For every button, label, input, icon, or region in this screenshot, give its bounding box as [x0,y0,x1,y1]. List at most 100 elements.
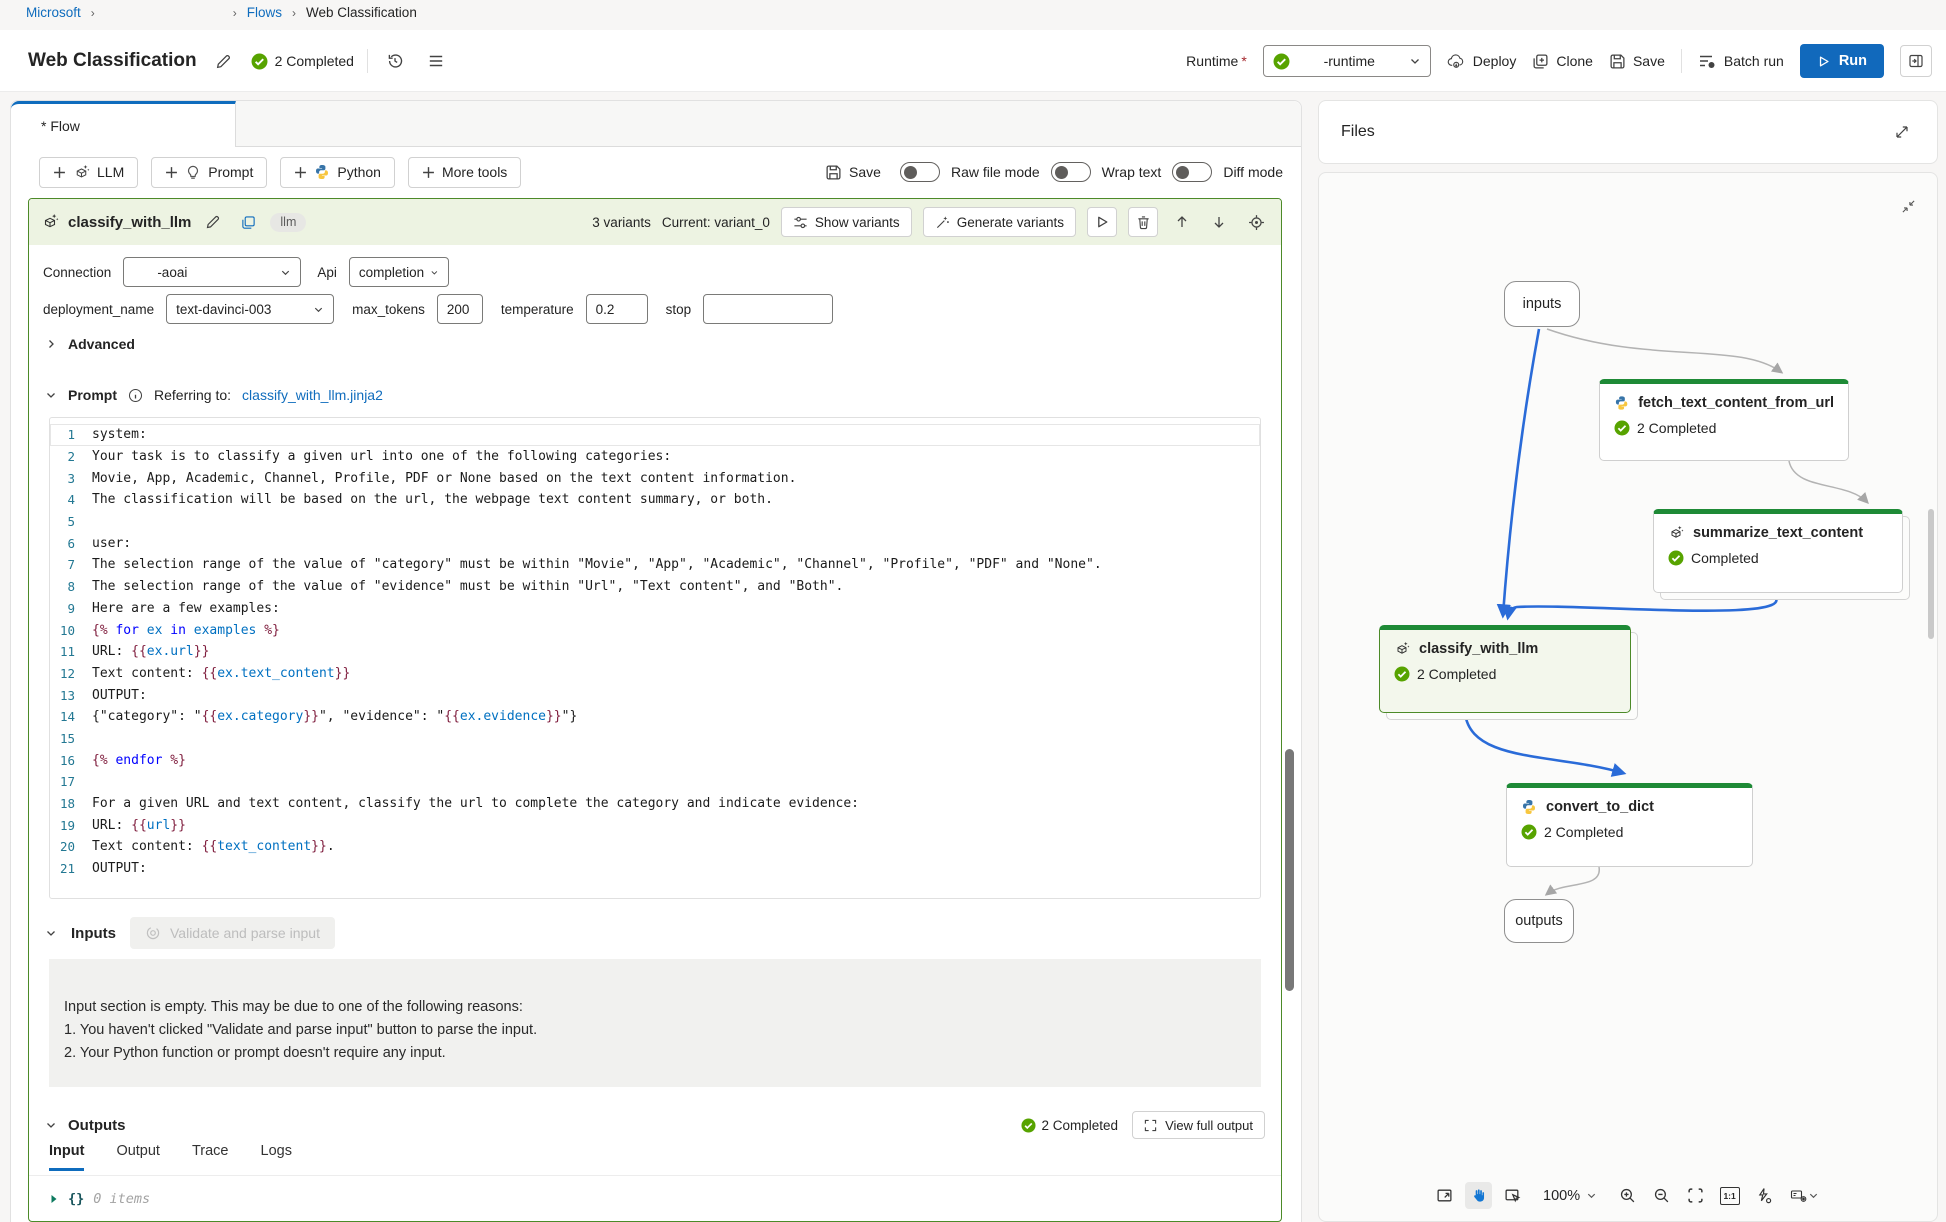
code-line-18[interactable]: 18 For a given URL and text content, clas… [50,793,1260,815]
expand-files-icon[interactable] [1889,119,1915,145]
graph-node-convert-to-dict[interactable]: convert_to_dict 2 Completed [1506,783,1753,867]
code-line-8[interactable]: 8 The selection range of the value of "ev… [50,576,1260,598]
node-display-settings-icon[interactable] [1784,1182,1824,1209]
diff-mode-toggle[interactable] [1172,162,1213,182]
chevron-down-icon[interactable] [45,1119,57,1131]
vertical-scrollbar-thumb[interactable] [1285,749,1294,991]
move-down-icon[interactable] [1206,209,1232,235]
zoom-level-dropdown[interactable]: 100% [1543,1188,1597,1204]
graph-node-inputs[interactable]: inputs [1504,281,1580,327]
breadcrumb-microsoft[interactable]: Microsoft [26,5,81,20]
prompt-code-editor[interactable]: 1 system: 2 Your task is to classify a give… [49,417,1261,899]
code-line-10[interactable]: 10 {% for ex in examples %} [50,619,1260,641]
clone-button[interactable]: Clone [1532,53,1593,70]
deploy-button[interactable]: Deploy [1447,53,1516,69]
files-title: Files [1341,123,1375,140]
graph-node-fetch-text-content-from-url[interactable]: fetch_text_content_from_url 2 Completed [1599,379,1849,461]
actual-size-icon[interactable]: 1:1 [1716,1182,1743,1209]
select-mode-icon[interactable] [1499,1182,1526,1209]
locate-node-icon[interactable] [1243,209,1269,235]
connection-dropdown[interactable]: -aoai [123,257,302,287]
code-line-16[interactable]: 16 {% endfor %} [50,749,1260,771]
generate-variants-button[interactable]: Generate variants [922,207,1076,237]
code-line-9[interactable]: 9 Here are a few examples: [50,598,1260,620]
advanced-section-header[interactable]: Advanced [45,336,135,352]
copy-icon[interactable] [235,209,261,235]
graph-scrollbar-thumb[interactable] [1928,509,1934,639]
fullscreen-icon[interactable] [1431,1182,1458,1209]
graph-node-classify-with-llm[interactable]: classify_with_llm 2 Completed [1379,625,1631,713]
tab-flow[interactable]: * Flow [11,101,236,147]
fit-view-icon[interactable] [1682,1182,1709,1209]
code-line-2[interactable]: 2 Your task is to classify a given url in… [50,446,1260,468]
code-line-1[interactable]: 1 system: [50,424,1260,446]
zoom-level: 100% [1543,1187,1581,1204]
code-line-20[interactable]: 20 Text content: {{text_content}}. [50,836,1260,858]
save-button[interactable]: Save [1609,53,1665,70]
show-variants-button[interactable]: Show variants [780,207,912,237]
breadcrumb-flows[interactable]: Flows [247,5,282,20]
api-value: completion [358,264,425,280]
code-line-13[interactable]: 13 OUTPUT: [50,684,1260,706]
code-line-19[interactable]: 19 URL: {{url}} [50,814,1260,836]
tab-logs[interactable]: Logs [261,1143,292,1171]
code-line-21[interactable]: 21 OUTPUT: [50,858,1260,880]
expand-row-icon[interactable] [49,1194,59,1204]
graph-node-summarize-text-content[interactable]: summarize_text_content Completed [1653,509,1903,593]
view-full-output-button[interactable]: View full output [1132,1111,1265,1139]
graph-node-outputs[interactable]: outputs [1504,899,1574,943]
open-panel-icon[interactable] [1900,45,1932,77]
tab-output[interactable]: Output [116,1143,160,1171]
more-tools-button[interactable]: More tools [407,156,522,188]
stop-input[interactable] [703,294,834,324]
code-line-14[interactable]: 14 {"category": "{{ex.category}}", "evide… [50,706,1260,728]
raw-file-mode-toggle[interactable] [899,162,940,182]
llm-icon [1397,641,1410,654]
batch-run-button[interactable]: Batch run [1698,53,1784,69]
add-prompt-button[interactable]: Prompt [151,156,268,188]
edit-title-icon[interactable] [210,47,238,75]
add-python-button[interactable]: Python [280,156,395,188]
code-line-6[interactable]: 6 user: [50,532,1260,554]
history-icon[interactable] [381,47,409,75]
zoom-out-icon[interactable] [1648,1182,1675,1209]
code-line-4[interactable]: 4 The classification will be based on the… [50,489,1260,511]
chevron-down-icon[interactable] [45,389,57,401]
list-view-icon[interactable] [422,47,450,75]
code-line-12[interactable]: 12 Text content: {{ex.text_content}} [50,663,1260,685]
add-llm-button[interactable]: LLM [39,156,139,188]
deployment-name-dropdown[interactable]: text-davinci-003 [166,294,335,324]
code-line-11[interactable]: 11 URL: {{ex.url}} [50,641,1260,663]
line-number: 6 [67,535,75,551]
max-tokens-input[interactable]: 200 [436,294,483,324]
move-up-icon[interactable] [1169,209,1195,235]
code-line-17[interactable]: 17 [50,771,1260,793]
graph-node-status: 2 Completed [1544,824,1624,840]
chevron-down-icon[interactable] [45,927,57,939]
referring-file-link[interactable]: classify_with_llm.jinja2 [242,387,383,403]
validate-parse-input-button[interactable]: Validate and parse input [130,917,335,949]
delete-node-icon[interactable] [1128,207,1158,237]
temperature-input[interactable]: 0.2 [585,294,648,324]
api-dropdown[interactable]: completion [348,257,449,287]
wrap-text-toggle[interactable] [1050,162,1091,182]
tab-trace[interactable]: Trace [192,1143,229,1171]
save-flow-button[interactable]: Save [825,164,881,181]
pan-hand-icon[interactable] [1465,1182,1492,1209]
auto-layout-icon[interactable] [1750,1182,1777,1209]
runtime-dropdown[interactable]: -runtime [1262,45,1431,77]
run-button[interactable]: Run [1799,44,1884,78]
code-line-7[interactable]: 7 The selection range of the value of "ca… [50,554,1260,576]
zoom-in-icon[interactable] [1614,1182,1641,1209]
code-line-5[interactable]: 5 [50,511,1260,533]
check-circle-icon [1394,666,1410,682]
edit-node-icon[interactable] [200,209,226,235]
code-line-3[interactable]: 3 Movie, App, Academic, Channel, Profile,… [50,467,1260,489]
tab-input[interactable]: Input [49,1143,85,1171]
python-icon [1615,396,1628,410]
flow-graph-panel: inputs fetch_text_content_from_url 2 Com… [1318,172,1938,1222]
line-number: 19 [59,817,75,833]
run-node-icon[interactable] [1087,207,1117,237]
chevron-down-icon [431,270,438,275]
code-line-15[interactable]: 15 [50,728,1260,750]
